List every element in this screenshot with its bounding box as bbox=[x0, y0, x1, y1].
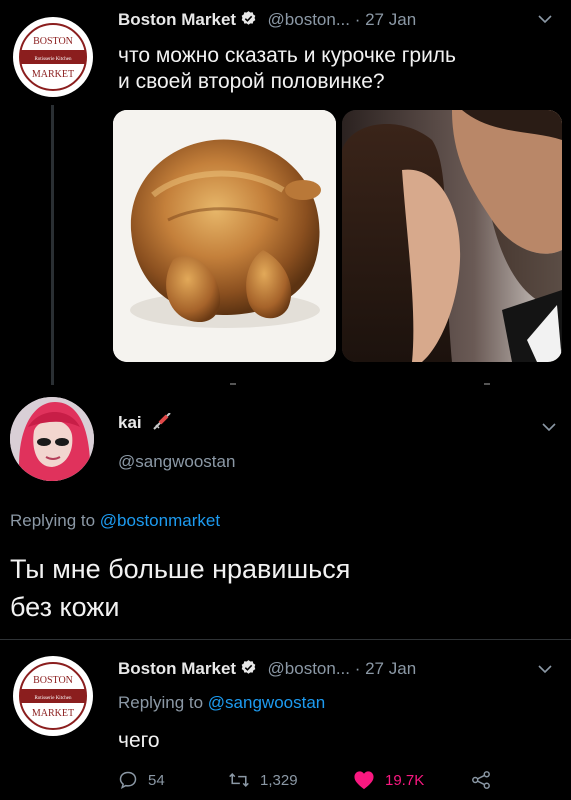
reply1-handle[interactable]: @sangwoostan bbox=[118, 452, 235, 472]
tweet2-author-name[interactable]: Boston Market bbox=[118, 659, 236, 678]
logo-top-text: BOSTON bbox=[33, 36, 73, 47]
tweet2-handle-time: @boston... · 27 Jan bbox=[267, 659, 417, 678]
divider bbox=[0, 639, 571, 640]
like-action[interactable]: 19.7K bbox=[353, 770, 471, 790]
heart-icon bbox=[354, 771, 374, 790]
boston-market-avatar[interactable]: BOSTON Rotisserie Kitchen MARKET bbox=[13, 17, 93, 97]
boston-market-avatar[interactable]: BOSTON Rotisserie Kitchen MARKET bbox=[13, 656, 93, 736]
reply-count: 54 bbox=[148, 771, 165, 789]
reply1-replying-to: Replying to @bostonmarket bbox=[10, 511, 220, 531]
reply1-author-name[interactable]: kai bbox=[118, 413, 142, 432]
replying-to-handle-link[interactable]: @sangwoostan bbox=[208, 693, 325, 712]
replying-to-label: Replying to bbox=[10, 511, 96, 530]
kai-avatar[interactable] bbox=[10, 397, 94, 481]
reply1-header: kai bbox=[118, 412, 172, 433]
reply1-text-line1: Ты мне больше нравишься bbox=[10, 554, 351, 584]
image-separator-mark bbox=[484, 383, 490, 385]
tweet1-text-line1: что можно сказать и курочке гриль bbox=[118, 44, 456, 67]
boston-market-logo: BOSTON Rotisserie Kitchen MARKET bbox=[19, 23, 87, 91]
tweet1-text-line2: и своей второй половинке? bbox=[118, 70, 385, 93]
retweet-icon bbox=[229, 772, 249, 788]
reply-action[interactable]: 54 bbox=[118, 770, 228, 790]
tweet2-text: чего bbox=[118, 729, 160, 752]
reply1-text-line2: без кожи bbox=[10, 592, 120, 622]
tweet2-replying-to: Replying to @sangwoostan bbox=[118, 693, 325, 713]
logo-middle-text: Rotisserie Kitchen bbox=[34, 696, 72, 701]
reply1-text: Ты мне больше нравишься без кожи bbox=[10, 550, 350, 626]
replying-to-label: Replying to bbox=[118, 693, 204, 712]
retweet-count: 1,329 bbox=[260, 771, 298, 789]
thread-line bbox=[51, 105, 54, 385]
verified-badge-icon bbox=[241, 11, 256, 25]
syringe-emoji-icon bbox=[153, 412, 171, 430]
verified-badge-icon bbox=[241, 660, 256, 674]
replying-to-handle-link[interactable]: @bostonmarket bbox=[100, 511, 220, 530]
tweet1-image-chicken[interactable] bbox=[113, 110, 336, 362]
boston-market-logo: BOSTON Rotisserie Kitchen MARKET bbox=[19, 662, 87, 730]
reply-icon bbox=[119, 771, 137, 790]
like-count: 19.7K bbox=[385, 771, 425, 789]
share-action[interactable] bbox=[471, 771, 501, 789]
tweet1-handle-time: @boston... · 27 Jan bbox=[267, 10, 417, 29]
couple-photo-image bbox=[342, 110, 562, 362]
logo-top-text: BOSTON bbox=[33, 675, 73, 686]
image-separator-mark bbox=[230, 383, 236, 385]
chevron-down-icon[interactable] bbox=[541, 422, 557, 432]
tweet1-image-couple[interactable] bbox=[342, 110, 562, 362]
roast-chicken-image bbox=[113, 110, 336, 362]
chevron-down-icon[interactable] bbox=[537, 664, 553, 674]
share-icon bbox=[472, 771, 490, 789]
logo-bottom-text: MARKET bbox=[32, 708, 74, 719]
tweet1-text: что можно сказать и курочке гриль и свое… bbox=[118, 43, 456, 95]
tweet2-header: Boston Market @boston... · 27 Jan bbox=[118, 659, 416, 679]
logo-bottom-text: MARKET bbox=[32, 69, 74, 80]
retweet-action[interactable]: 1,329 bbox=[228, 770, 353, 790]
tweet1-header: Boston Market @boston... · 27 Jan bbox=[118, 10, 416, 30]
kai-avatar-image bbox=[10, 397, 94, 481]
chevron-down-icon[interactable] bbox=[537, 14, 553, 24]
tweet2-action-bar: 54 1,329 19.7K bbox=[118, 770, 501, 790]
tweet1-author-name[interactable]: Boston Market bbox=[118, 10, 236, 29]
logo-middle-text: Rotisserie Kitchen bbox=[34, 57, 72, 62]
